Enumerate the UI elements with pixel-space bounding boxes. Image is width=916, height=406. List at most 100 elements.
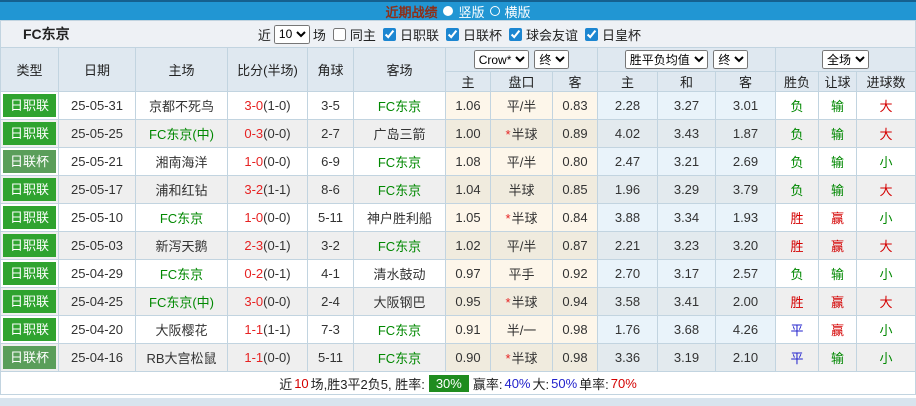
home-team-cell: 浦和红钻 (135, 175, 228, 204)
handicap-line-cell: 平手 (490, 259, 553, 288)
scope-select[interactable]: 全场 (822, 50, 869, 69)
section-title: 近期战绩 (385, 4, 438, 20)
result-cell: 胜 (775, 287, 820, 316)
date-cell: 25-05-31 (58, 91, 136, 120)
goals-over-under-cell: 大 (856, 119, 916, 148)
score-cell: 1-0(0-0) (227, 203, 308, 232)
league-type-cell: 日职联 (0, 315, 59, 344)
horizontal-layout-label: 横版 (504, 4, 531, 20)
handicap-result-cell: 输 (818, 91, 858, 120)
average-odds-select[interactable]: 胜平负均值 (624, 50, 708, 69)
handicap-result-cell: 赢 (818, 315, 858, 344)
league-filter-emperor-checkbox[interactable] (584, 27, 598, 41)
score-cell: 1-1(0-0) (227, 343, 308, 372)
bookmaker-select[interactable]: Crow* (473, 50, 529, 69)
handicap-line-cell: *半球 (490, 203, 553, 232)
full-time-score: 2-3 (244, 238, 264, 253)
corners-cell: 7-3 (307, 315, 354, 344)
header-scope-group: 全场 (775, 47, 916, 72)
handicap-away-odds-cell: 0.80 (552, 147, 598, 176)
full-time-score: 3-0 (244, 294, 264, 309)
summary-text: 近 (279, 376, 293, 392)
layout-radio-group: 竖版 横版 (443, 2, 531, 21)
avg-lose-odds-cell: 3.20 (714, 231, 777, 260)
avg-win-odds-cell: 2.28 (597, 91, 658, 120)
result-cell: 负 (775, 175, 820, 204)
bookmaker-stage-select[interactable]: 终 (534, 50, 570, 69)
league-filter-j1-label: 日职联 (399, 27, 439, 43)
half-time-score: (0-1) (263, 238, 291, 253)
corners-cell: 2-7 (307, 119, 354, 148)
match-row: 日职联 25-05-25 FC东京(中) 0-3(0-0) 2-7 广岛三箭 1… (0, 119, 916, 148)
handicap-line-cell: 平/半 (490, 231, 553, 260)
avg-draw-odds-cell: 3.29 (657, 175, 716, 204)
league-filter-cup-checkbox[interactable] (445, 27, 459, 41)
corners-cell: 3-5 (307, 91, 354, 120)
handicap-result-cell: 输 (818, 119, 858, 148)
handicap-line-cell: *半球 (490, 119, 553, 148)
summary-text: 场,胜3平2负5, 胜率: (310, 376, 425, 392)
handicap-home-odds-cell: 0.95 (445, 287, 491, 316)
avg-win-odds-cell: 3.88 (597, 203, 658, 232)
home-team-cell: FC东京 (135, 203, 228, 232)
league-type-cell: 日职联 (0, 175, 59, 204)
half-time-score: (0-0) (263, 154, 291, 169)
table-header-group-row: 类型 日期 主场 比分(半场) 角球 客场 Crow* 终 胜平负均值 终 全场 (0, 47, 916, 92)
away-team-cell: FC东京 (353, 315, 446, 344)
corners-cell: 5-11 (307, 203, 354, 232)
league-type-cell: 日职联 (0, 91, 59, 120)
away-team-cell: FC东京 (353, 343, 446, 372)
summary-text: 赢率: (472, 376, 503, 392)
corners-cell: 8-6 (307, 175, 354, 204)
match-row: 日联杯 25-04-16 RB大宫松鼠 1-1(0-0) 5-11 FC东京 0… (0, 343, 916, 372)
result-cell: 平 (775, 343, 820, 372)
match-row: 日职联 25-05-17 浦和红钻 3-2(1-1) 8-6 FC东京 1.04… (0, 175, 916, 204)
summary-text: 70% (610, 375, 637, 391)
date-cell: 25-04-20 (58, 315, 136, 344)
away-team-cell: 神户胜利船 (353, 203, 446, 232)
vertical-layout-radio[interactable] (443, 6, 454, 16)
handicap-away-odds-cell: 0.83 (552, 91, 598, 120)
away-team-cell: FC东京 (353, 147, 446, 176)
avg-lose-odds-cell: 4.26 (714, 315, 777, 344)
league-filter-friendly-checkbox[interactable] (508, 27, 522, 41)
same-home-checkbox[interactable] (332, 27, 346, 41)
league-type-badge: 日职联 (3, 262, 56, 285)
league-filter-cup-label: 日联杯 (462, 27, 502, 43)
league-type-badge: 日联杯 (3, 346, 56, 369)
avg-lose-odds-cell: 1.93 (714, 203, 777, 232)
result-cell: 负 (775, 119, 820, 148)
filter-bar: FC东京 近 10 场 同主 日职联 日联杯 球会友谊 日皇杯 (0, 20, 916, 47)
score-cell: 2-3(0-1) (227, 231, 308, 260)
match-row: 日职联 25-04-29 FC东京 0-2(0-1) 4-1 清水鼓动 0.97… (0, 259, 916, 288)
result-cell: 负 (775, 147, 820, 176)
avg-win-odds-cell: 3.58 (597, 287, 658, 316)
half-time-score: (1-0) (263, 98, 291, 113)
horizontal-layout-radio[interactable] (489, 6, 500, 16)
subheader-handicap-result: 让球 (818, 71, 858, 92)
league-filter-j1-checkbox[interactable] (382, 27, 396, 41)
vertical-layout-label: 竖版 (458, 4, 485, 20)
home-team-cell: FC东京(中) (135, 287, 228, 316)
summary-text: 40% (504, 375, 531, 391)
win-rate-badge: 30% (428, 374, 469, 392)
summary-text: 10 (294, 375, 309, 391)
avg-win-odds-cell: 2.47 (597, 147, 658, 176)
avg-lose-odds-cell: 2.57 (714, 259, 777, 288)
handicap-home-odds-cell: 1.00 (445, 119, 491, 148)
full-time-score: 1-1 (244, 322, 264, 337)
league-type-badge: 日职联 (3, 234, 56, 257)
summary-text: 大: (532, 376, 550, 392)
match-row: 日职联 25-05-03 新泻天鹅 2-3(0-1) 3-2 FC东京 1.02… (0, 231, 916, 260)
score-cell: 1-0(0-0) (227, 147, 308, 176)
average-stage-select[interactable]: 终 (713, 50, 749, 69)
handicap-away-odds-cell: 0.85 (552, 175, 598, 204)
league-type-cell: 日职联 (0, 259, 59, 288)
header-score: 比分(半场) (227, 47, 308, 92)
score-cell: 0-3(0-0) (227, 119, 308, 148)
result-cell: 胜 (775, 231, 820, 260)
recent-count-select[interactable]: 10 (273, 24, 310, 44)
handicap-line-cell: 平/半 (490, 147, 553, 176)
away-team-cell: FC东京 (353, 231, 446, 260)
record-summary: 近 10 场,胜3平2负5, 胜率: 30% 赢率: 40% 大: 50% 单率: 70% (0, 372, 916, 395)
